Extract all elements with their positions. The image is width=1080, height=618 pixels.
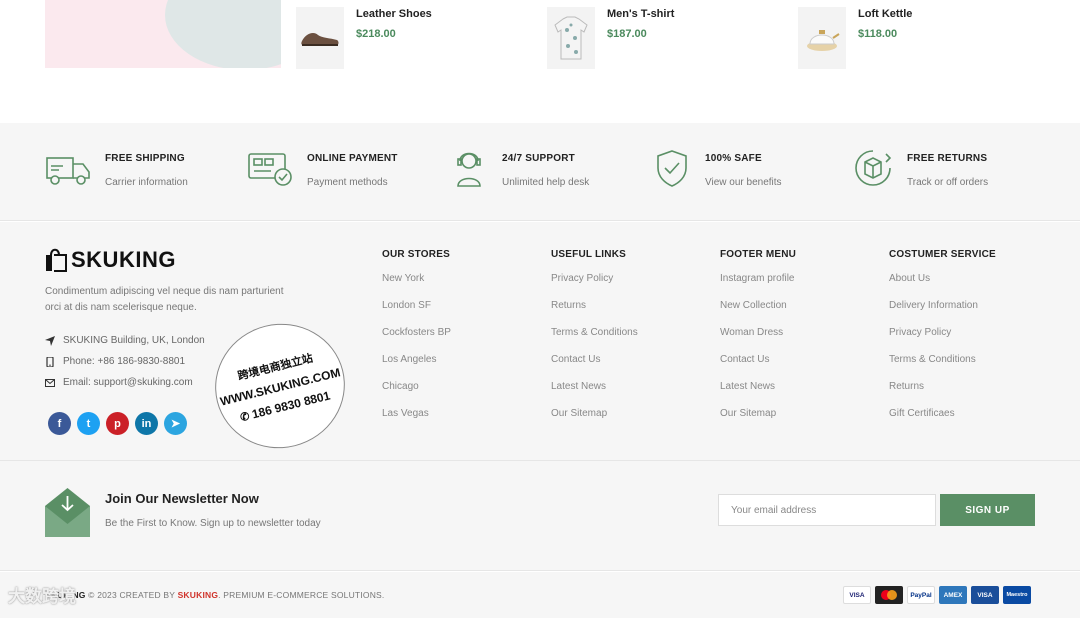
newsletter-section: Join Our Newsletter Now Be the First to … bbox=[0, 460, 1080, 571]
phone-icon bbox=[46, 356, 54, 367]
footer-link[interactable]: Los Angeles bbox=[382, 353, 451, 380]
footer-link[interactable]: Latest News bbox=[720, 380, 796, 407]
feature-title: 100% SAFE bbox=[705, 153, 762, 164]
footer-link[interactable]: Gift Certificaes bbox=[889, 407, 996, 434]
footer-link[interactable]: Contact Us bbox=[720, 353, 796, 380]
footer-link[interactable]: Chicago bbox=[382, 380, 451, 407]
copyright-link[interactable]: SKUKING bbox=[178, 590, 219, 600]
footer-link[interactable]: Terms & Conditions bbox=[551, 326, 638, 353]
footer-link[interactable]: Cockfosters BP bbox=[382, 326, 451, 353]
pinterest-icon[interactable]: p bbox=[106, 412, 129, 435]
truck-icon bbox=[46, 157, 90, 185]
footer-link[interactable]: About Us bbox=[889, 272, 996, 299]
product-price: $187.00 bbox=[607, 28, 647, 40]
contact-email: Email: support@skuking.com bbox=[45, 377, 193, 388]
features-band: FREE SHIPPING Carrier information ONLINE… bbox=[0, 123, 1080, 221]
column-title: FOOTER MENU bbox=[720, 249, 797, 260]
footer-link[interactable]: Returns bbox=[889, 380, 996, 407]
shield-check-icon bbox=[657, 150, 687, 187]
tshirt-icon[interactable] bbox=[547, 7, 595, 69]
footer-column-useful-links: USEFUL LINKS Privacy Policy Returns Term… bbox=[551, 249, 638, 434]
maestro-icon: Maestro bbox=[1003, 586, 1031, 604]
credit-card-icon bbox=[248, 153, 292, 186]
product-name[interactable]: Men's T-shirt bbox=[607, 8, 674, 20]
copyright: SKUKING © 2023 CREATED BY SKUKING. PREMI… bbox=[45, 590, 384, 600]
contact-address: SKUKING Building, UK, London bbox=[45, 335, 205, 346]
feature-subtitle[interactable]: Payment methods bbox=[307, 177, 388, 188]
email-input[interactable] bbox=[718, 494, 936, 526]
footer-link[interactable]: Delivery Information bbox=[889, 299, 996, 326]
column-title: OUR STORES bbox=[382, 249, 450, 260]
column-title: COSTUMER SERVICE bbox=[889, 249, 996, 260]
facebook-icon[interactable]: f bbox=[48, 412, 71, 435]
logo-text: SKUKING bbox=[71, 247, 176, 272]
footer-link[interactable]: Our Sitemap bbox=[720, 407, 796, 434]
newsletter-subtitle: Be the First to Know. Sign up to newslet… bbox=[105, 518, 321, 529]
location-arrow-icon bbox=[45, 335, 55, 346]
email-text[interactable]: Email: support@skuking.com bbox=[63, 377, 193, 388]
footer-link[interactable]: Returns bbox=[551, 299, 638, 326]
copyright-tail: . PREMIUM E-COMMERCE SOLUTIONS. bbox=[218, 590, 385, 600]
feature-title: ONLINE PAYMENT bbox=[307, 153, 398, 164]
headset-icon bbox=[457, 152, 481, 187]
footer-link[interactable]: Las Vegas bbox=[382, 407, 451, 434]
watermark-text: 大数跨境 bbox=[8, 587, 76, 606]
footer-link[interactable]: Instagram profile bbox=[720, 272, 796, 299]
linkedin-icon[interactable]: in bbox=[135, 412, 158, 435]
social-links: f t p in ➤ bbox=[48, 412, 187, 435]
sign-up-button[interactable]: SIGN UP bbox=[940, 494, 1035, 526]
feature-title: FREE RETURNS bbox=[907, 153, 988, 164]
footer-link[interactable]: Contact Us bbox=[551, 353, 638, 380]
visa-electron-icon: VISA bbox=[971, 586, 999, 604]
address-text: SKUKING Building, UK, London bbox=[63, 335, 205, 346]
feature-title: 24/7 SUPPORT bbox=[502, 153, 575, 164]
product-strip: Leather Shoes $218.00 Men's T-shirt $187… bbox=[0, 0, 1080, 123]
newsletter-title: Join Our Newsletter Now bbox=[105, 491, 259, 506]
footer-main: SKUKING Condimentum adipiscing vel neque… bbox=[0, 222, 1080, 460]
mastercard-icon bbox=[875, 586, 903, 604]
visa-icon: VISA bbox=[843, 586, 871, 604]
footer-link[interactable]: Privacy Policy bbox=[551, 272, 638, 299]
kettle-icon[interactable] bbox=[798, 7, 846, 69]
feature-subtitle[interactable]: Unlimited help desk bbox=[502, 177, 589, 188]
brand-logo[interactable]: SKUKING bbox=[45, 247, 176, 273]
footer-link[interactable]: New York bbox=[382, 272, 451, 299]
contact-phone: Phone: +86 186-9830-8801 bbox=[45, 356, 185, 367]
product-price: $218.00 bbox=[356, 28, 396, 40]
twitter-icon[interactable]: t bbox=[77, 412, 100, 435]
footer-column-menu: FOOTER MENU Instagram profile New Collec… bbox=[720, 249, 796, 434]
envelope-icon bbox=[45, 378, 55, 387]
footer-link[interactable]: London SF bbox=[382, 299, 451, 326]
shoe-icon[interactable] bbox=[296, 7, 344, 69]
footer-column-customer-service: COSTUMER SERVICE About Us Delivery Infor… bbox=[889, 249, 996, 434]
shopping-bag-icon bbox=[46, 248, 67, 272]
telegram-icon[interactable]: ➤ bbox=[164, 412, 187, 435]
footer-link[interactable]: Woman Dress bbox=[720, 326, 796, 353]
product-price: $118.00 bbox=[858, 28, 898, 40]
brand-description: Condimentum adipiscing vel neque dis nam… bbox=[45, 286, 284, 313]
amex-icon: AMEX bbox=[939, 586, 967, 604]
column-title: USEFUL LINKS bbox=[551, 249, 626, 260]
footer-link[interactable]: Latest News bbox=[551, 380, 638, 407]
payment-methods: VISA PayPal AMEX VISA Maestro bbox=[843, 586, 1031, 604]
bottom-bar: SKUKING © 2023 CREATED BY SKUKING. PREMI… bbox=[0, 572, 1080, 618]
footer-link[interactable]: Privacy Policy bbox=[889, 326, 996, 353]
footer-column-stores: OUR STORES New York London SF Cockfoster… bbox=[382, 249, 451, 434]
product-name[interactable]: Loft Kettle bbox=[858, 8, 912, 20]
footer-link[interactable]: New Collection bbox=[720, 299, 796, 326]
return-box-icon bbox=[855, 150, 892, 186]
feature-subtitle[interactable]: Track or off orders bbox=[907, 177, 988, 188]
feature-title: FREE SHIPPING bbox=[105, 153, 185, 164]
footer-link[interactable]: Terms & Conditions bbox=[889, 353, 996, 380]
envelope-download-icon bbox=[45, 488, 90, 537]
feature-subtitle[interactable]: Carrier information bbox=[105, 177, 188, 188]
promo-banner[interactable] bbox=[45, 0, 281, 68]
product-name[interactable]: Leather Shoes bbox=[356, 8, 432, 20]
phone-text[interactable]: Phone: +86 186-9830-8801 bbox=[63, 356, 185, 367]
paypal-icon: PayPal bbox=[907, 586, 935, 604]
copyright-mid: © 2023 CREATED BY bbox=[85, 590, 178, 600]
footer-link[interactable]: Our Sitemap bbox=[551, 407, 638, 434]
feature-subtitle[interactable]: View our benefits bbox=[705, 177, 782, 188]
